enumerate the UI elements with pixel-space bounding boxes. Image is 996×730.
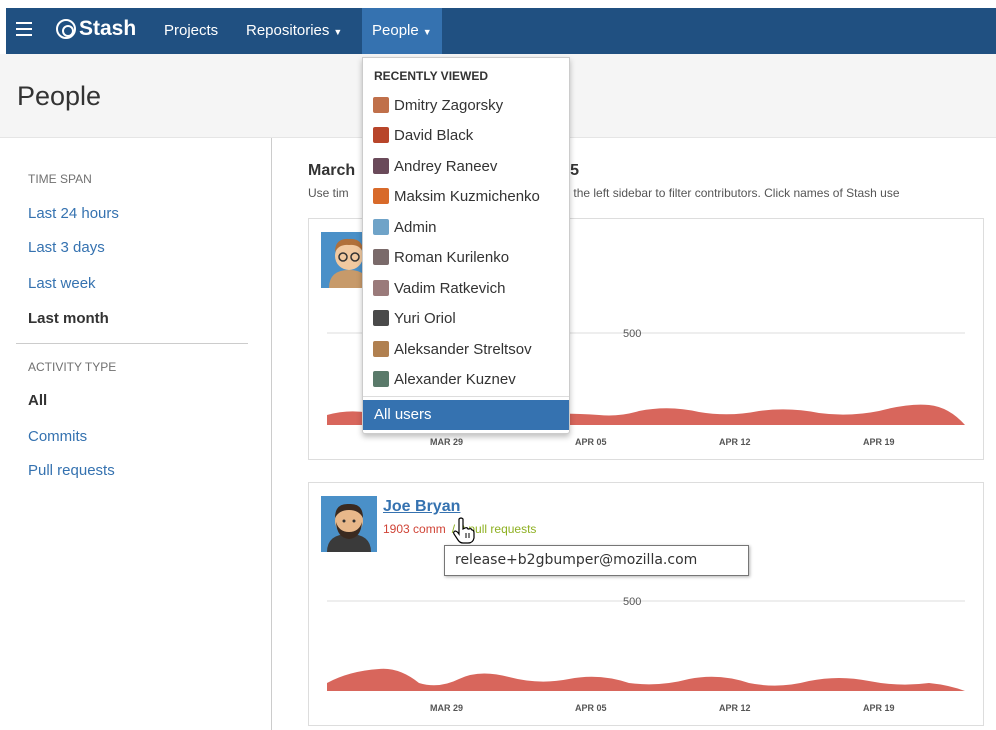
user-avatar-icon <box>373 371 389 387</box>
dropdown-user-name: Yuri Oriol <box>394 309 456 327</box>
user-avatar-icon <box>373 127 389 143</box>
dropdown-user-item[interactable]: Alexander Kuznev <box>373 367 516 391</box>
nav-projects[interactable]: Projects <box>154 8 228 54</box>
dropdown-user-item[interactable]: Roman Kurilenko <box>373 245 509 269</box>
date-tick: MAR 29 <box>430 703 463 713</box>
user-avatar-icon <box>373 310 389 326</box>
activity-area <box>327 668 965 691</box>
user-avatar-icon <box>373 188 389 204</box>
dropdown-user-name: Admin <box>394 218 437 236</box>
dropdown-user-name: Roman Kurilenko <box>394 248 510 266</box>
top-strip <box>0 0 996 8</box>
activity-commits[interactable]: Commits <box>28 428 87 445</box>
filter-sidebar: TIME SPAN Last 24 hours Last 3 days Last… <box>0 138 272 730</box>
page-title: People <box>17 81 102 111</box>
nav-repositories[interactable]: Repositories ▼ <box>236 8 352 54</box>
email-tooltip: release+b2gbumper@mozilla.com <box>444 545 749 576</box>
sidebar-divider <box>16 343 248 344</box>
contributor-card: Joe Bryan 1903 comm/ 0 pull requests 500… <box>308 482 984 726</box>
date-tick: APR 05 <box>575 703 607 713</box>
date-tick: APR 12 <box>719 437 751 447</box>
recently-viewed-heading: RECENTLY VIEWED <box>374 69 489 83</box>
time-span-last-month[interactable]: Last month <box>28 310 109 327</box>
chevron-down-icon: ▼ <box>333 27 343 37</box>
stash-logo-icon <box>56 19 76 39</box>
time-span-heading: TIME SPAN <box>28 172 92 186</box>
dropdown-user-name: Alexander Kuznev <box>394 370 516 388</box>
time-span-last-week[interactable]: Last week <box>28 275 96 292</box>
dropdown-user-item[interactable]: David Black <box>373 123 473 147</box>
time-span-last-3-days[interactable]: Last 3 days <box>28 239 105 256</box>
period-heading-end: 5 <box>570 162 580 179</box>
time-span-last-24-hours[interactable]: Last 24 hours <box>28 205 119 222</box>
date-tick: APR 19 <box>863 703 895 713</box>
dropdown-user-item[interactable]: Admin <box>373 215 437 239</box>
people-dropdown-menu: RECENTLY VIEWED Dmitry Zagorsky David Bl… <box>362 57 570 434</box>
user-avatar-icon <box>373 341 389 357</box>
instructions-end: on the left sidebar to filter contributo… <box>556 186 900 200</box>
dropdown-user-item[interactable]: Yuri Oriol <box>373 306 456 330</box>
date-tick: MAR 29 <box>430 437 463 447</box>
user-avatar-icon <box>373 158 389 174</box>
logo-text: Stash <box>79 17 137 40</box>
dropdown-user-name: Maksim Kuzmichenko <box>394 187 540 205</box>
dropdown-divider <box>363 396 569 397</box>
dropdown-user-item[interactable]: Maksim Kuzmichenko <box>373 184 540 208</box>
date-tick: APR 12 <box>719 703 751 713</box>
chart-ref-label: 500 <box>623 596 641 608</box>
all-users-link[interactable]: All users <box>363 400 569 430</box>
stash-logo[interactable]: Stash <box>56 17 136 41</box>
user-avatar-icon <box>373 280 389 296</box>
dropdown-user-item[interactable]: Dmitry Zagorsky <box>373 93 503 117</box>
activity-pull-requests[interactable]: Pull requests <box>28 462 115 479</box>
chevron-down-icon: ▼ <box>422 27 432 37</box>
dropdown-user-item[interactable]: Andrey Raneev <box>373 154 497 178</box>
date-tick: APR 05 <box>575 437 607 447</box>
dropdown-user-name: Dmitry Zagorsky <box>394 96 504 114</box>
date-tick: APR 19 <box>863 437 895 447</box>
dropdown-user-name: Vadim Ratkevich <box>394 279 506 297</box>
dropdown-user-item[interactable]: Aleksander Streltsov <box>373 337 532 361</box>
top-navigation-bar: Stash Projects Repositories ▼ People ▼ <box>6 8 996 54</box>
hamburger-menu-icon[interactable] <box>16 22 32 36</box>
instructions-start: Use tim <box>308 186 349 200</box>
dropdown-user-item[interactable]: Vadim Ratkevich <box>373 276 505 300</box>
activity-chart: 500 MAR 29 APR 05 APR 12 APR 19 <box>327 596 965 713</box>
hand-cursor-icon <box>453 517 475 544</box>
activity-type-heading: ACTIVITY TYPE <box>28 360 117 374</box>
user-avatar-icon <box>373 97 389 113</box>
activity-all[interactable]: All <box>28 392 47 409</box>
nav-repositories-label: Repositories <box>246 22 330 39</box>
dropdown-user-name: Aleksander Streltsov <box>394 340 532 358</box>
user-avatar-icon <box>373 249 389 265</box>
nav-projects-label: Projects <box>164 22 219 39</box>
period-heading-start: March <box>308 162 356 179</box>
dropdown-user-name: David Black <box>394 126 474 144</box>
user-avatar-icon <box>373 219 389 235</box>
dropdown-user-name: Andrey Raneev <box>394 157 498 175</box>
nav-people-label: People <box>372 22 419 39</box>
nav-people[interactable]: People ▼ <box>362 8 442 54</box>
chart-ref-label: 500 <box>623 328 641 340</box>
